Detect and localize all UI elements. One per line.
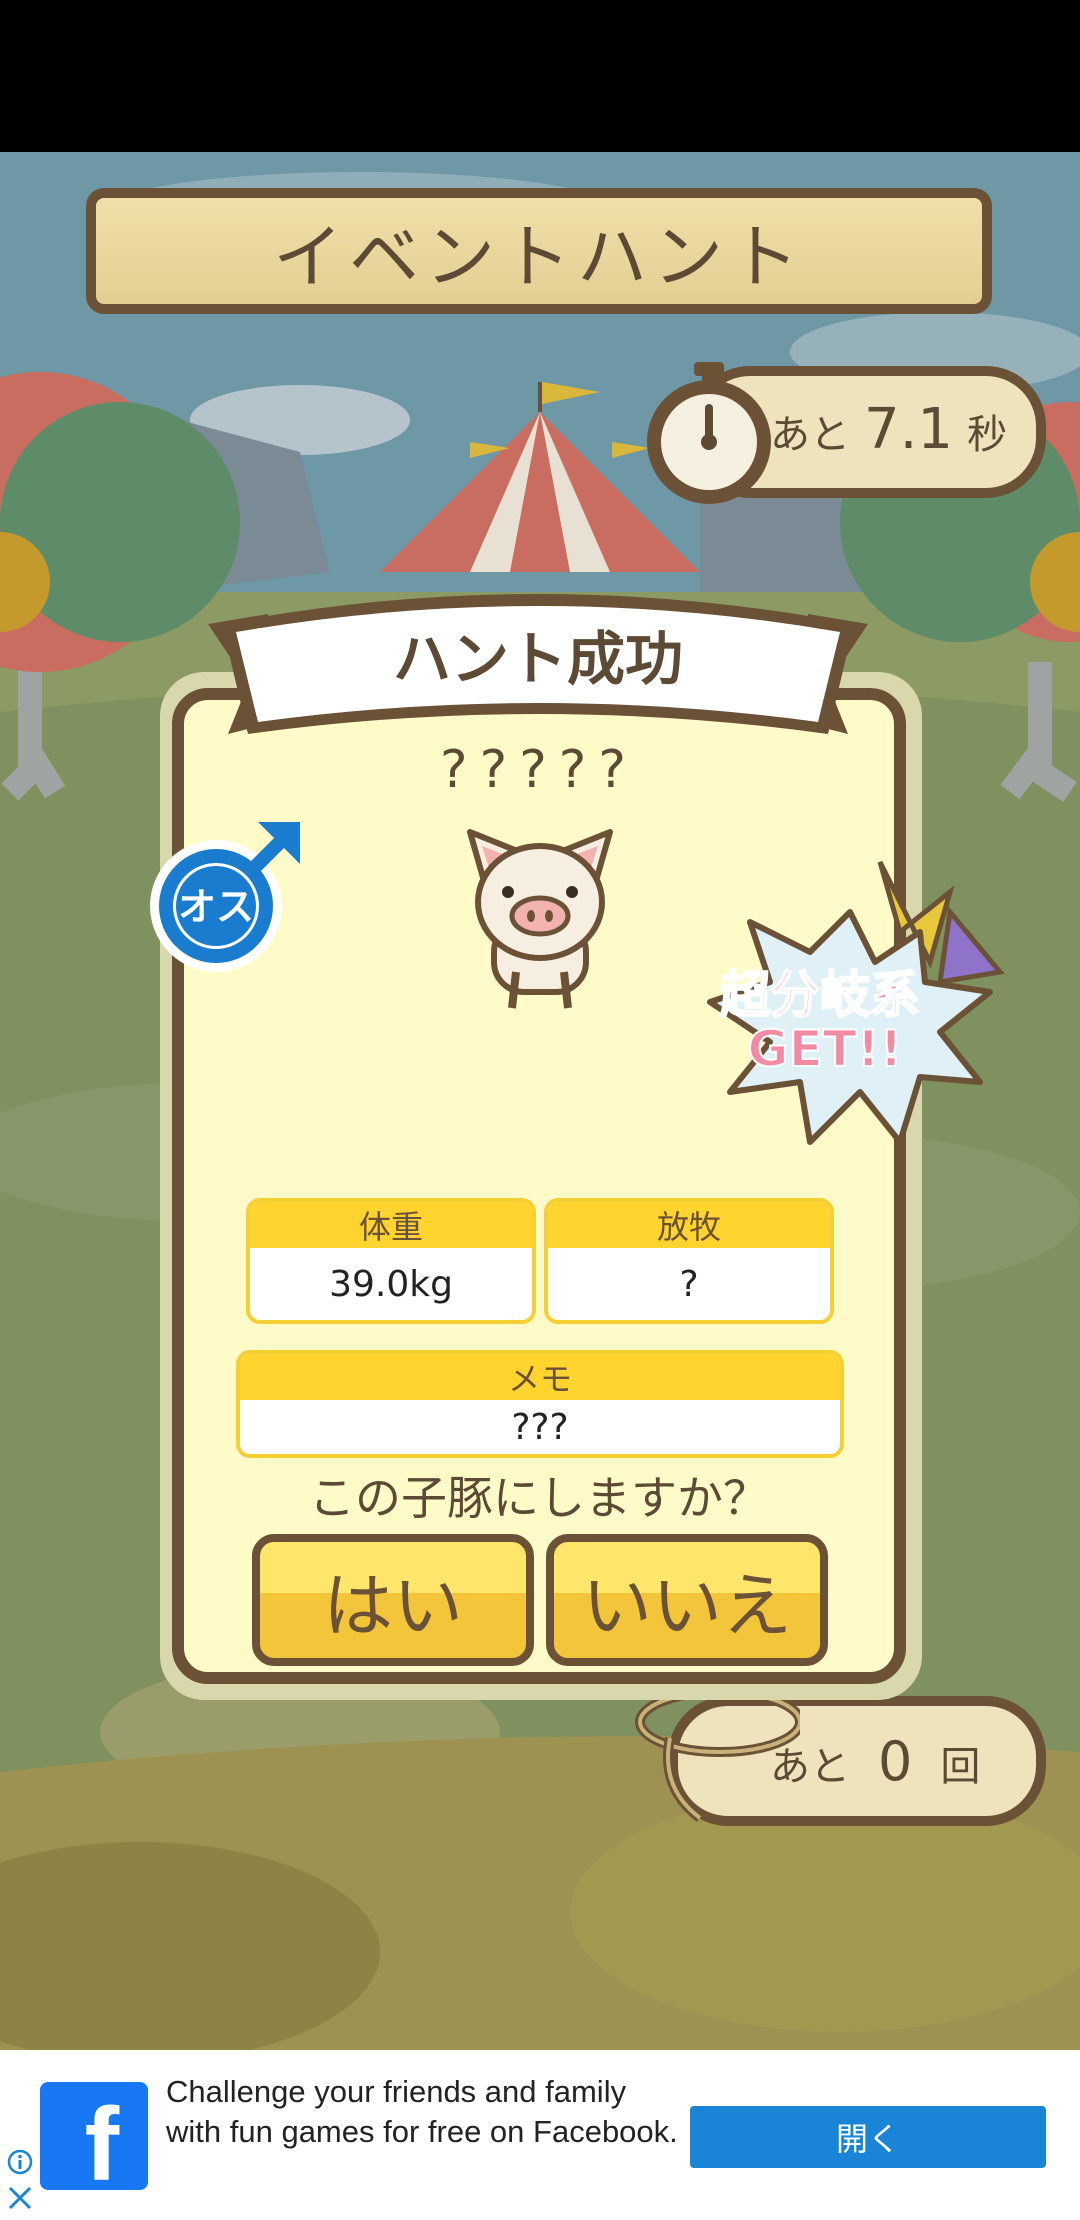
- title-banner: イベントハント: [86, 188, 992, 314]
- remaining-unit: 回: [940, 1744, 981, 1790]
- rare-get-burst: 超分岐系 GET!!: [707, 860, 1005, 1145]
- timer-readout: あと 7.1 秒: [770, 397, 1007, 462]
- gender-label: オス: [178, 885, 254, 929]
- timer-prefix: あと: [770, 412, 850, 458]
- pig-name: ?????: [440, 740, 638, 800]
- memo-value: ???: [511, 1406, 569, 1448]
- confirm-question: この子豚にしますか？: [309, 1471, 769, 1525]
- weight-field: 体重 39.0kg: [246, 1198, 536, 1324]
- ad-open-button[interactable]: 開く: [690, 2106, 1046, 2168]
- ad-close-icon[interactable]: [6, 2184, 34, 2212]
- burst-line1: 超分岐系: [720, 966, 920, 1024]
- pasture-label: 放牧: [548, 1202, 830, 1248]
- remaining-value: 0: [878, 1730, 913, 1793]
- memo-field: メモ ???: [236, 1350, 844, 1458]
- status-bar: [0, 0, 1080, 152]
- weight-value: 39.0kg: [329, 1263, 453, 1305]
- ad-info-icon[interactable]: [6, 2148, 34, 2176]
- pasture-field: 放牧 ?: [544, 1198, 834, 1324]
- facebook-logo-icon[interactable]: f: [40, 2082, 148, 2203]
- weight-label: 体重: [250, 1202, 532, 1248]
- piglet-icon: [467, 829, 613, 1009]
- stopwatch-icon: [647, 362, 771, 504]
- pasture-value: ?: [679, 1263, 699, 1305]
- hunt-scene: イベントハント あと 7.1 秒 あと 0 回 ハント成功 オス ????? 超…: [0, 152, 1080, 2050]
- dialog-title: ハント成功: [392, 625, 683, 693]
- ad-text[interactable]: Challenge your friends and family with f…: [166, 2072, 686, 2152]
- memo-label: メモ: [240, 1354, 840, 1400]
- timer-unit: 秒: [967, 412, 1008, 458]
- facebook-letter: f: [85, 2087, 120, 2190]
- male-badge-icon: オス: [150, 822, 300, 972]
- yes-button[interactable]: はい: [252, 1534, 534, 1666]
- no-button[interactable]: いいえ: [546, 1534, 828, 1666]
- remaining-prefix: あと: [770, 1744, 850, 1790]
- timer-value: 7.1: [864, 397, 954, 462]
- burst-line2: GET!!: [748, 1020, 903, 1078]
- remaining-readout: あと 0 回: [770, 1730, 980, 1793]
- title-text: イベントハント: [273, 215, 805, 298]
